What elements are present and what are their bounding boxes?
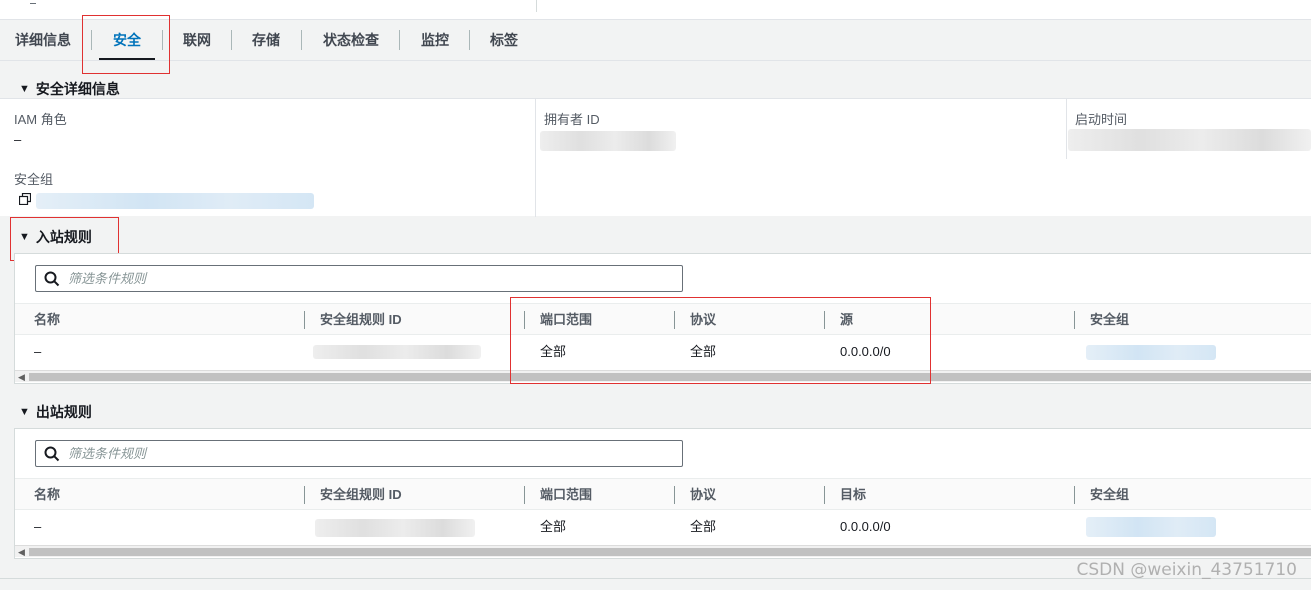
caret-down-icon: ▼ (19, 231, 30, 243)
column-resizer[interactable] (674, 486, 675, 504)
inbound-rules-heading: 入站规则 (35, 229, 92, 245)
column-resizer[interactable] (524, 311, 525, 329)
tab-separator (301, 30, 302, 50)
inbound-filter-input[interactable] (68, 271, 648, 286)
outbound-rules-toggle[interactable]: ▼ 出站规则 (19, 402, 92, 422)
search-icon (44, 271, 60, 286)
tab-separator (231, 30, 232, 50)
column-divider (535, 99, 536, 217)
security-details-toggle[interactable]: ▼ 安全详细信息 (19, 79, 120, 99)
security-details-heading: 安全详细信息 (35, 81, 120, 97)
search-icon (44, 446, 60, 461)
column-resizer[interactable] (304, 486, 305, 504)
tab-tags[interactable]: 标签 (490, 20, 518, 60)
col-port-range[interactable]: 端口范围 (540, 479, 592, 511)
outbound-filter[interactable] (35, 440, 683, 467)
col-security-group[interactable]: 安全组 (1090, 304, 1129, 336)
column-resizer[interactable] (1074, 311, 1075, 329)
caret-down-icon: ▼ (19, 406, 30, 418)
scroll-left-icon[interactable]: ◀ (18, 547, 25, 557)
outbound-table-header: 名称 安全组规则 ID 端口范围 协议 目标 安全组 (15, 478, 1311, 510)
inbound-filter[interactable] (35, 265, 683, 292)
column-resizer[interactable] (1074, 486, 1075, 504)
col-source[interactable]: 源 (840, 304, 853, 336)
column-resizer[interactable] (674, 311, 675, 329)
tab-security[interactable]: 安全 (99, 20, 155, 60)
tab-status-checks[interactable]: 状态检查 (323, 20, 379, 60)
cell-destination: 0.0.0.0/0 (840, 519, 891, 534)
table-row[interactable]: – 全部 全部 0.0.0.0/0 (15, 336, 1311, 368)
security-group-link-redacted[interactable] (36, 193, 314, 209)
col-security-group[interactable]: 安全组 (1090, 479, 1129, 511)
inbound-rules-toggle[interactable]: ▼ 入站规则 (19, 227, 92, 247)
scroll-left-icon[interactable]: ◀ (18, 372, 25, 382)
cell-security-group-redacted[interactable] (1086, 517, 1216, 537)
column-resizer[interactable] (304, 311, 305, 329)
cell-security-group-redacted[interactable] (1086, 345, 1216, 360)
tab-separator (162, 30, 163, 50)
inbound-table-header: 名称 安全组规则 ID 端口范围 协议 源 安全组 (15, 303, 1311, 335)
tab-separator (399, 30, 400, 50)
column-resizer[interactable] (824, 486, 825, 504)
security-details-panel: IAM 角色 – 拥有者 ID 启动时间 安全组 (0, 98, 1311, 217)
scrollbar-thumb[interactable] (29, 548, 1311, 556)
cell-port-range: 全部 (540, 344, 567, 359)
col-rule-id[interactable]: 安全组规则 ID (320, 479, 402, 511)
top-strip (0, 0, 1311, 20)
cell-rule-id-redacted (315, 519, 475, 537)
column-resizer[interactable] (824, 311, 825, 329)
cell-port-range: 全部 (540, 519, 567, 534)
copy-icon[interactable] (19, 193, 31, 205)
launch-time-label: 启动时间 (1075, 112, 1128, 127)
table-row[interactable]: – 全部 全部 0.0.0.0/0 (15, 511, 1311, 543)
tab-bar: 详细信息 安全 联网 存储 状态检查 监控 标签 (0, 20, 1311, 61)
outbound-horizontal-scrollbar[interactable]: ◀ (15, 545, 1311, 557)
tab-storage[interactable]: 存储 (252, 20, 280, 60)
cell-name: – (34, 344, 42, 359)
security-group-label: 安全组 (14, 172, 54, 187)
outbound-filter-input[interactable] (68, 446, 648, 461)
owner-id-label: 拥有者 ID (544, 112, 600, 127)
col-protocol[interactable]: 协议 (690, 479, 716, 511)
cell-name: – (34, 519, 42, 534)
cell-protocol: 全部 (690, 519, 717, 534)
col-protocol[interactable]: 协议 (690, 304, 716, 336)
col-port-range[interactable]: 端口范围 (540, 304, 592, 336)
col-name[interactable]: 名称 (34, 479, 60, 511)
owner-id-redacted (540, 131, 676, 151)
cell-source: 0.0.0.0/0 (840, 344, 891, 359)
watermark: CSDN @weixin_43751710 (1076, 560, 1297, 580)
top-strip-divider (536, 0, 537, 12)
iam-role-label: IAM 角色 (14, 112, 67, 127)
caret-down-icon: ▼ (19, 83, 30, 95)
outbound-rules-heading: 出站规则 (35, 404, 92, 420)
tab-separator (469, 30, 470, 50)
inbound-rules-panel: 名称 安全组规则 ID 端口范围 协议 源 安全组 – 全部 全部 0.0.0.… (14, 253, 1311, 384)
cell-protocol: 全部 (690, 344, 717, 359)
inbound-horizontal-scrollbar[interactable]: ◀ (15, 370, 1311, 382)
col-destination[interactable]: 目标 (840, 479, 866, 511)
column-divider (1066, 99, 1067, 159)
iam-role-value: – (14, 132, 22, 147)
tab-separator (91, 30, 92, 50)
bottom-strip (0, 579, 1311, 590)
tab-monitoring[interactable]: 监控 (421, 20, 449, 60)
scrollbar-thumb[interactable] (29, 373, 1311, 381)
col-rule-id[interactable]: 安全组规则 ID (320, 304, 402, 336)
tab-details[interactable]: 详细信息 (15, 20, 71, 60)
outbound-rules-panel: 名称 安全组规则 ID 端口范围 协议 目标 安全组 – 全部 全部 0.0.0… (14, 428, 1311, 559)
launch-time-redacted (1068, 129, 1311, 151)
column-resizer[interactable] (524, 486, 525, 504)
tab-networking[interactable]: 联网 (183, 20, 211, 60)
top-strip-mark (30, 0, 36, 4)
cell-rule-id-redacted (313, 345, 481, 359)
col-name[interactable]: 名称 (34, 304, 60, 336)
